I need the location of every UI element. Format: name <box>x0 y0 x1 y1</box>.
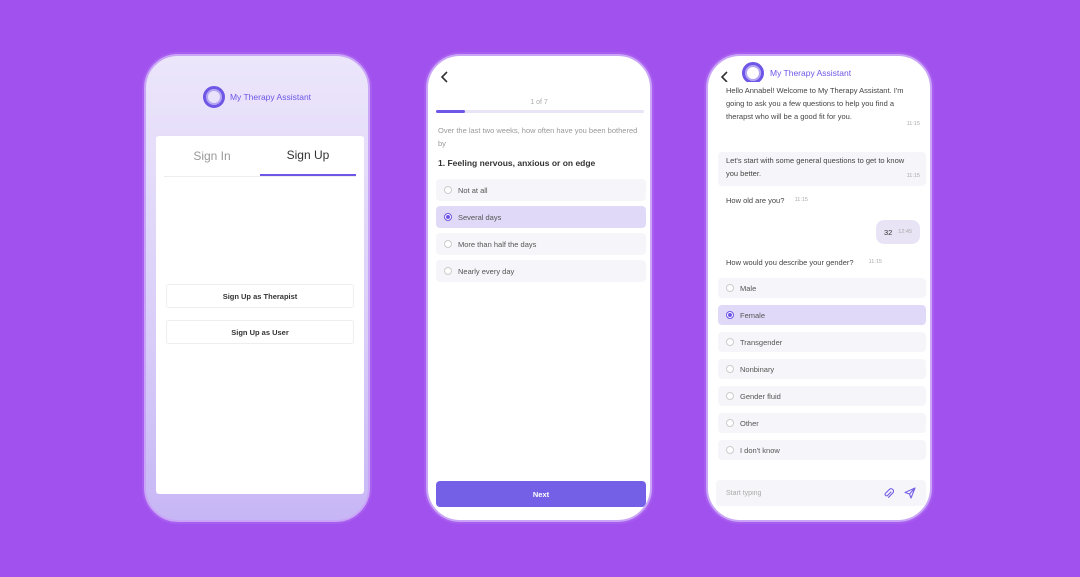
chat-phone: My Therapy Assistant Hello Annabel! Welc… <box>706 54 932 522</box>
answer-option[interactable]: Several days <box>436 206 646 228</box>
message-time: 11:15 <box>794 197 808 203</box>
auth-tabs: Sign In Sign Up <box>164 136 356 177</box>
message-time: 12:45 <box>898 229 913 235</box>
message-text: Let's start with some general questions … <box>726 156 905 178</box>
send-icon[interactable] <box>902 485 918 501</box>
bot-message: Hello Annabel! Welcome to My Therapy Ass… <box>718 82 926 134</box>
radio-icon <box>726 392 734 400</box>
answer-option-label: Not at all <box>458 185 488 195</box>
radio-icon <box>444 186 452 194</box>
bot-message: Let's start with some general questions … <box>718 152 926 186</box>
gender-option[interactable]: Transgender <box>718 332 926 352</box>
radio-icon <box>444 240 452 248</box>
back-icon[interactable] <box>440 70 450 86</box>
message-time: 11:15 <box>906 173 920 179</box>
gender-option-label: Nonbinary <box>740 364 775 374</box>
next-button[interactable]: Next <box>436 481 646 507</box>
progress-bar <box>436 110 644 113</box>
user-message: 32 12:45 <box>876 220 920 244</box>
progress-fill <box>436 110 466 113</box>
tab-sign-up[interactable]: Sign Up <box>260 136 356 176</box>
questionnaire-phone: 1 of 7 Over the last two weeks, how ofte… <box>426 54 652 522</box>
message-text: How would you describe your gender? <box>726 258 854 267</box>
app-name: My Therapy Assistant <box>770 68 852 78</box>
radio-icon <box>726 446 734 454</box>
answer-option[interactable]: More than half the days <box>436 233 646 255</box>
logo-icon <box>202 86 225 108</box>
answer-option-label: Several days <box>458 212 502 222</box>
message-time: 11:15 <box>906 121 920 127</box>
gender-option-label: Other <box>740 418 759 428</box>
radio-icon <box>726 284 734 292</box>
message-composer <box>716 480 926 506</box>
logo-icon <box>742 62 764 84</box>
gender-option[interactable]: I don't know <box>718 440 926 460</box>
signup-phone: My Therapy Assistant Sign In Sign Up Sig… <box>144 54 370 522</box>
app-name: My Therapy Assistant <box>229 92 312 102</box>
gender-option-label: Male <box>740 283 757 293</box>
gender-option[interactable]: Male <box>718 278 926 298</box>
message-input[interactable] <box>724 488 874 498</box>
answer-option[interactable]: Not at all <box>436 179 646 201</box>
radio-checked-icon <box>726 311 734 319</box>
gender-option-label: Gender fluid <box>740 391 781 401</box>
tab-sign-in[interactable]: Sign In <box>164 136 260 176</box>
gender-option-label: Transgender <box>740 337 783 347</box>
gender-option-label: Female <box>740 310 766 320</box>
sign-up-therapist-button[interactable]: Sign Up as Therapist <box>166 284 354 308</box>
gender-option[interactable]: Gender fluid <box>718 386 926 406</box>
page-counter: 1 of 7 <box>530 99 548 106</box>
chat-header: My Therapy Assistant <box>742 62 851 84</box>
gender-option-label: I don't know <box>740 445 780 455</box>
question-intro: Over the last two weeks, how often have … <box>438 126 638 148</box>
auth-card: Sign In Sign Up Sign Up as Therapist Sig… <box>156 136 364 494</box>
radio-icon <box>726 365 734 373</box>
message-text: Hello Annabel! Welcome to My Therapy Ass… <box>726 86 904 121</box>
radio-icon <box>726 419 734 427</box>
radio-icon <box>726 338 734 346</box>
message-text: How old are you? <box>726 196 785 205</box>
message-text: 32 <box>883 227 893 237</box>
answer-option[interactable]: Nearly every day <box>436 260 646 282</box>
radio-checked-icon <box>444 213 452 221</box>
sign-up-user-button[interactable]: Sign Up as User <box>166 320 354 344</box>
app-logo: My Therapy Assistant <box>146 86 368 108</box>
paperclip-icon[interactable] <box>880 485 896 501</box>
answer-option-label: Nearly every day <box>458 266 515 276</box>
gender-option[interactable]: Female <box>718 305 926 325</box>
bot-message: How old are you? 11:15 <box>718 192 814 210</box>
question-title: 1. Feeling nervous, anxious or on edge <box>438 158 596 168</box>
gender-option[interactable]: Nonbinary <box>718 359 926 379</box>
radio-icon <box>444 267 452 275</box>
answer-option-label: More than half the days <box>458 239 537 249</box>
message-time: 11:15 <box>868 259 882 265</box>
bot-message: How would you describe your gender? 11:1… <box>718 254 888 272</box>
gender-option[interactable]: Other <box>718 413 926 433</box>
